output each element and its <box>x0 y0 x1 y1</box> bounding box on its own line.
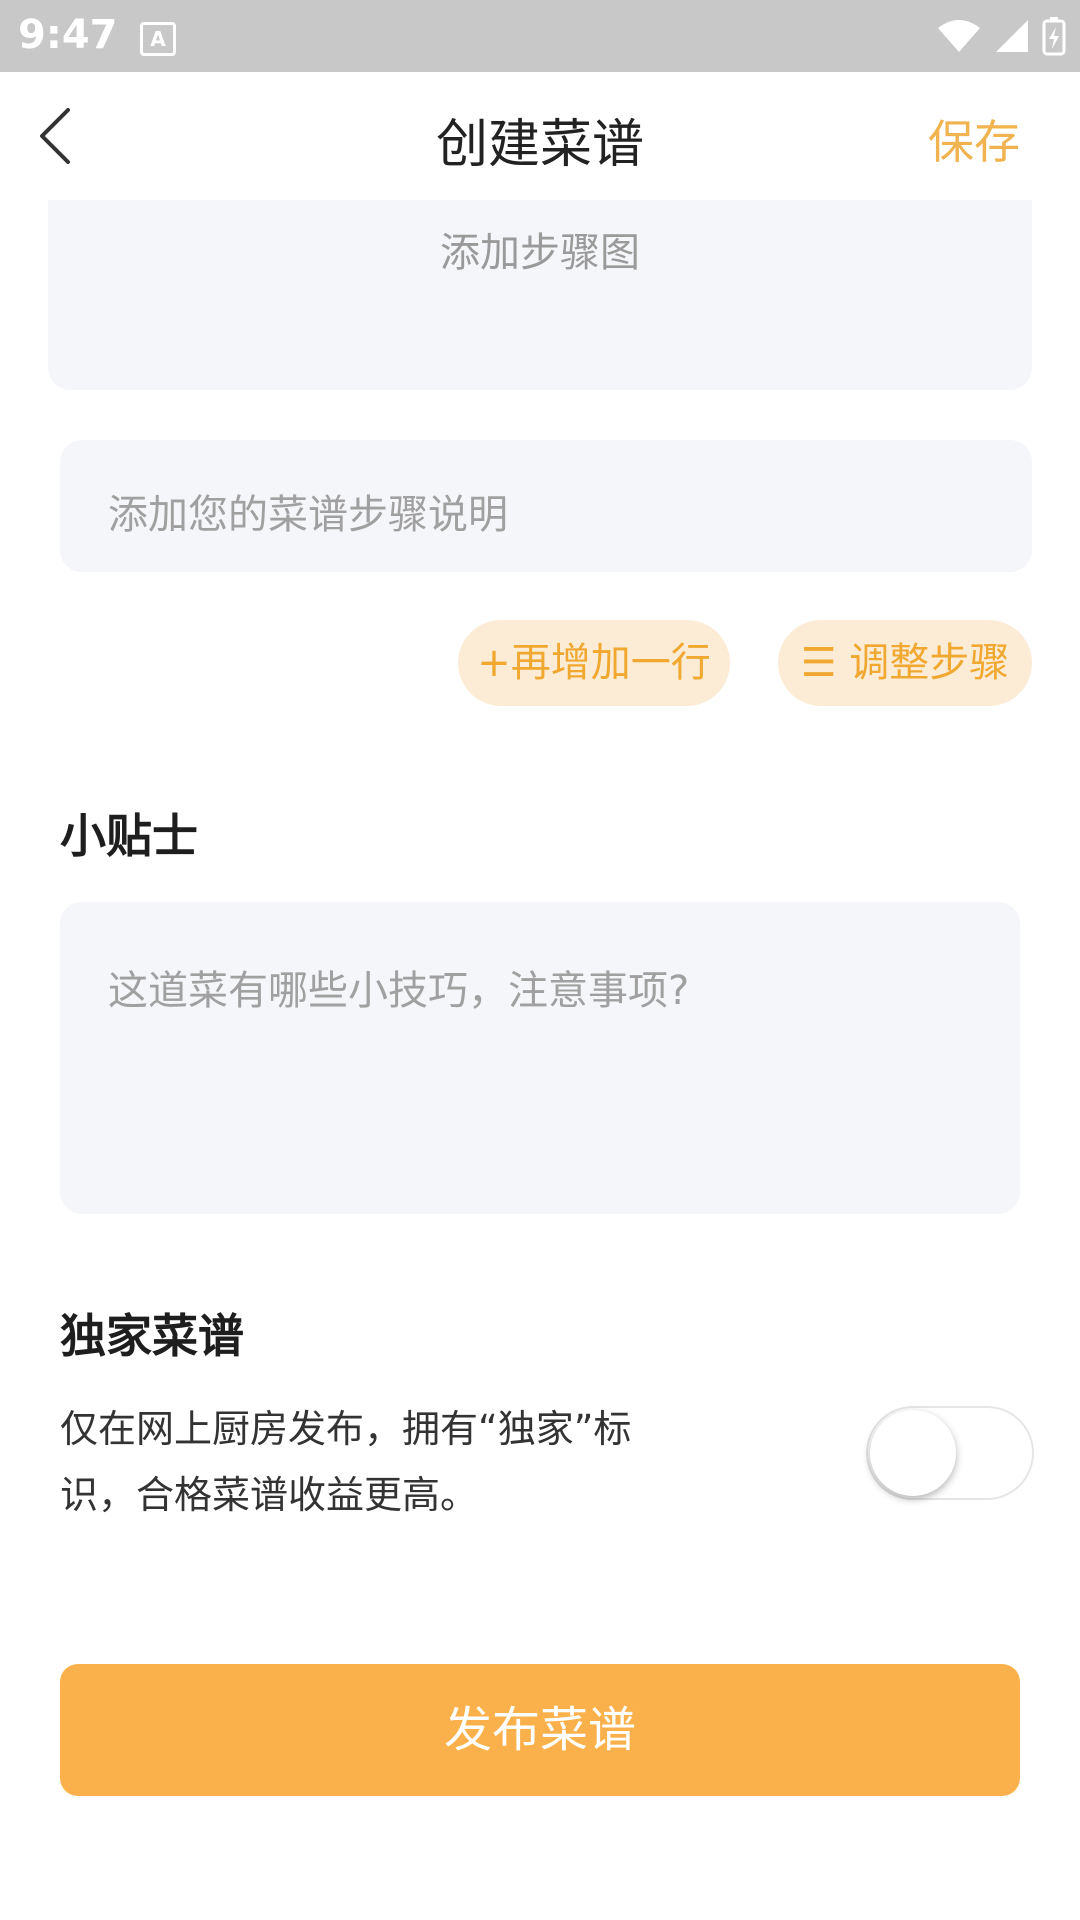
status-bar: 9:47 A <box>0 0 1080 72</box>
step-description-input[interactable]: 添加您的菜谱步骤说明 <box>60 440 1032 572</box>
status-icons <box>936 14 1066 58</box>
save-button[interactable]: 保存 <box>928 106 1020 172</box>
publish-button[interactable]: 发布菜谱 <box>60 1664 1020 1796</box>
a-box-icon: A <box>140 22 176 56</box>
exclusive-title: 独家菜谱 <box>60 1309 244 1363</box>
adjust-steps-button[interactable]: ☰ 调整步骤 <box>778 620 1032 706</box>
add-step-image-label: 添加步骤图 <box>440 230 640 276</box>
app-header: 创建菜谱 保存 <box>0 72 1080 200</box>
exclusive-description: 仅在网上厨房发布，拥有“独家”标识，合格菜谱收益更高。 <box>60 1407 632 1517</box>
tips-input[interactable]: 这道菜有哪些小技巧，注意事项? <box>60 902 1020 1214</box>
toggle-knob <box>870 1410 956 1496</box>
battery-charging-icon <box>1042 17 1066 56</box>
add-row-button[interactable]: +再增加一行 <box>458 620 730 706</box>
wifi-icon <box>938 20 980 52</box>
status-time: 9:47 <box>18 12 118 58</box>
tips-placeholder: 这道菜有哪些小技巧，注意事项? <box>108 968 690 1014</box>
exclusive-toggle[interactable] <box>866 1406 1034 1500</box>
add-step-image-area[interactable]: 添加步骤图 <box>48 200 1032 390</box>
page-title: 创建菜谱 <box>435 115 644 175</box>
tips-title: 小贴士 <box>60 809 198 863</box>
step-description-placeholder: 添加您的菜谱步骤说明 <box>108 492 508 538</box>
signal-icon <box>996 20 1028 52</box>
